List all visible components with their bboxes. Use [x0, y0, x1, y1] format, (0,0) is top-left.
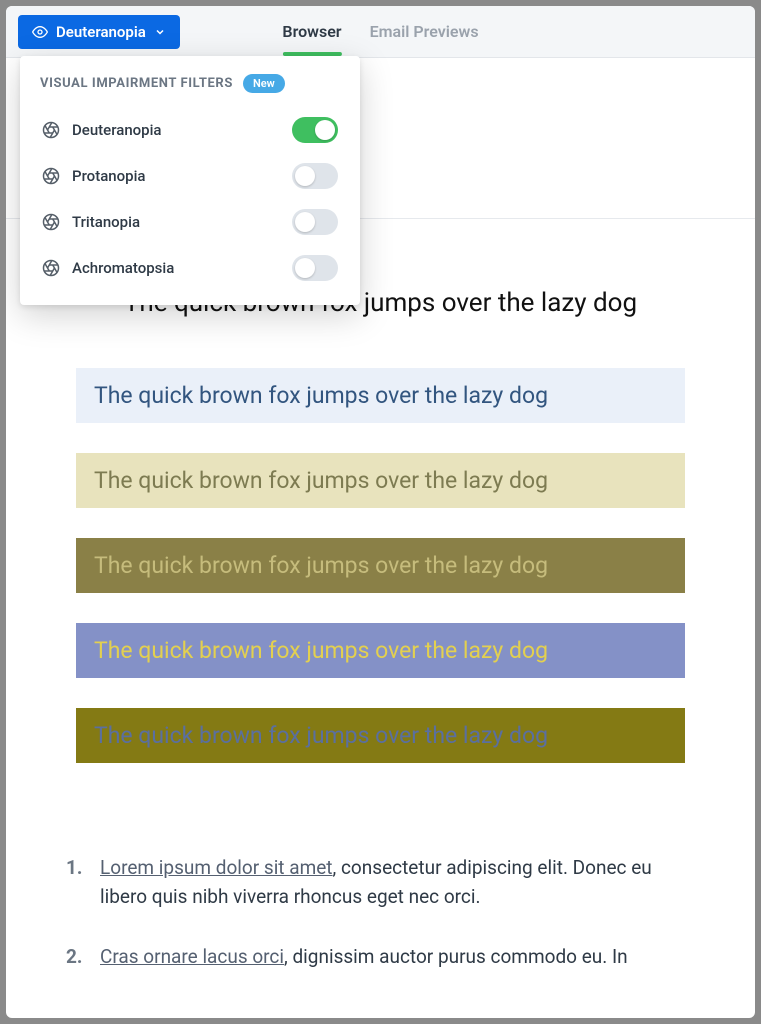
filter-row-protanopia: Protanopia: [40, 153, 340, 199]
tab-browser[interactable]: Browser: [282, 8, 341, 55]
list-item-link[interactable]: Cras ornare lacus orci: [100, 945, 284, 968]
filter-row-left: Achromatopsia: [42, 259, 174, 277]
toggle-deuteranopia[interactable]: [292, 117, 338, 143]
filter-row-tritanopia: Tritanopia: [40, 199, 340, 245]
list-item: Lorem ipsum dolor sit amet, consectetur …: [66, 853, 695, 912]
filters-dropdown: VISUAL IMPAIRMENT FILTERS New Deuteranop…: [20, 56, 360, 305]
toolbar: Deuteranopia Browser Email Previews: [6, 6, 755, 58]
filters-dropdown-title: VISUAL IMPAIRMENT FILTERS: [40, 76, 233, 91]
ordered-list: Lorem ipsum dolor sit amet, consectetur …: [66, 853, 695, 971]
aperture-icon: [42, 167, 60, 185]
list-section: Lorem ipsum dolor sit amet, consectetur …: [6, 763, 755, 971]
list-item-link[interactable]: Lorem ipsum dolor sit amet: [100, 856, 333, 879]
view-tabs: Browser Email Previews: [282, 6, 478, 57]
swatch-4: The quick brown fox jumps over the lazy …: [76, 623, 685, 678]
aperture-icon: [42, 259, 60, 277]
list-item: Cras ornare lacus orci, dignissim auctor…: [66, 942, 695, 971]
tab-email-previews[interactable]: Email Previews: [370, 8, 479, 55]
filter-dropdown-button[interactable]: Deuteranopia: [18, 15, 180, 49]
swatch-3: The quick brown fox jumps over the lazy …: [76, 538, 685, 593]
filter-name: Deuteranopia: [72, 121, 162, 139]
filter-button-label: Deuteranopia: [56, 23, 146, 41]
swatch-2: The quick brown fox jumps over the lazy …: [76, 453, 685, 508]
eye-icon: [32, 24, 48, 40]
toggle-protanopia[interactable]: [292, 163, 338, 189]
filters-dropdown-header: VISUAL IMPAIRMENT FILTERS New: [40, 74, 340, 93]
filter-name: Protanopia: [72, 167, 145, 185]
filter-row-deuteranopia: Deuteranopia: [40, 107, 340, 153]
chevron-down-icon: [154, 26, 166, 38]
new-badge: New: [243, 74, 285, 93]
toggle-tritanopia[interactable]: [292, 209, 338, 235]
filter-name: Achromatopsia: [72, 259, 174, 277]
swatch-5: The quick brown fox jumps over the lazy …: [76, 708, 685, 763]
filter-row-left: Protanopia: [42, 167, 145, 185]
list-item-text: , dignissim auctor purus commodo eu. In: [284, 945, 628, 968]
swatch-1: The quick brown fox jumps over the lazy …: [76, 368, 685, 423]
filter-row-left: Deuteranopia: [42, 121, 162, 139]
toggle-achromatopsia[interactable]: [292, 255, 338, 281]
filter-name: Tritanopia: [72, 213, 140, 231]
aperture-icon: [42, 213, 60, 231]
filter-row-left: Tritanopia: [42, 213, 140, 231]
app-window: Deuteranopia Browser Email Previews VISU…: [6, 6, 755, 1018]
tab-email-previews-label: Email Previews: [370, 22, 479, 41]
filter-row-achromatopsia: Achromatopsia: [40, 245, 340, 291]
tab-browser-label: Browser: [282, 22, 341, 41]
color-swatches: The quick brown fox jumps over the lazy …: [6, 368, 755, 763]
aperture-icon: [42, 121, 60, 139]
